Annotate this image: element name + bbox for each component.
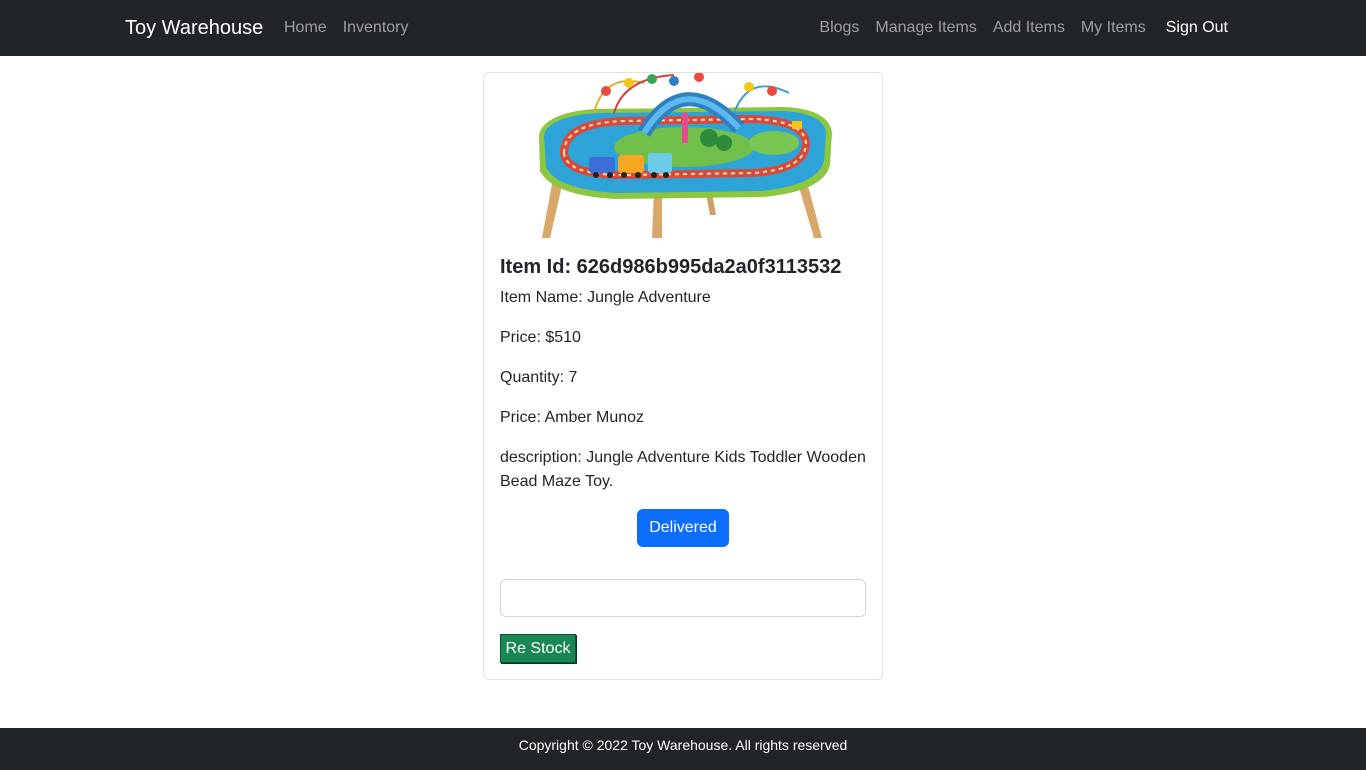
item-description-text: description: Jungle Adventure Kids Toddl… bbox=[500, 449, 866, 490]
nav-add-items-link[interactable]: Add Items bbox=[993, 18, 1065, 38]
nav-blogs-link[interactable]: Blogs bbox=[819, 18, 859, 38]
page-footer: Copyright © 2022 Toy Warehouse. All righ… bbox=[0, 728, 1366, 770]
restock-quantity-input[interactable] bbox=[500, 579, 866, 617]
brand-logo-link[interactable]: Toy Warehouse bbox=[125, 15, 263, 41]
item-detail-card: Item Id: 626d986b995da2a0f3113532 Item N… bbox=[483, 72, 883, 680]
item-price-text: Price: $510 bbox=[500, 329, 581, 346]
nav-right-group: Blogs Manage Items Add Items My Items Si… bbox=[819, 18, 1228, 38]
nav-manage-items-link[interactable]: Manage Items bbox=[875, 18, 976, 38]
nav-left-group: Home Inventory bbox=[284, 18, 409, 38]
item-name-text: Item Name: Jungle Adventure bbox=[500, 289, 711, 306]
restock-button[interactable]: Re Stock bbox=[500, 634, 576, 663]
item-id-heading: Item Id: 626d986b995da2a0f3113532 bbox=[500, 256, 842, 278]
item-supplier-text: Price: Amber Munoz bbox=[500, 409, 645, 426]
item-quantity-text: Quantity: 7 bbox=[500, 369, 578, 386]
nav-home-link[interactable]: Home bbox=[284, 18, 327, 38]
copyright-text: Copyright © 2022 Toy Warehouse. All righ… bbox=[518, 737, 848, 753]
top-navbar: Toy Warehouse Home Inventory Blogs Manag… bbox=[0, 0, 1366, 56]
item-image bbox=[534, 73, 834, 238]
toy-table-illustration bbox=[539, 73, 832, 238]
item-detail-body: Item Id: 626d986b995da2a0f3113532 Item N… bbox=[500, 253, 866, 663]
nav-inventory-link[interactable]: Inventory bbox=[343, 18, 409, 38]
delivered-button[interactable]: Delivered bbox=[637, 509, 729, 547]
sign-out-link[interactable]: Sign Out bbox=[1166, 18, 1228, 38]
nav-my-items-link[interactable]: My Items bbox=[1081, 18, 1146, 38]
